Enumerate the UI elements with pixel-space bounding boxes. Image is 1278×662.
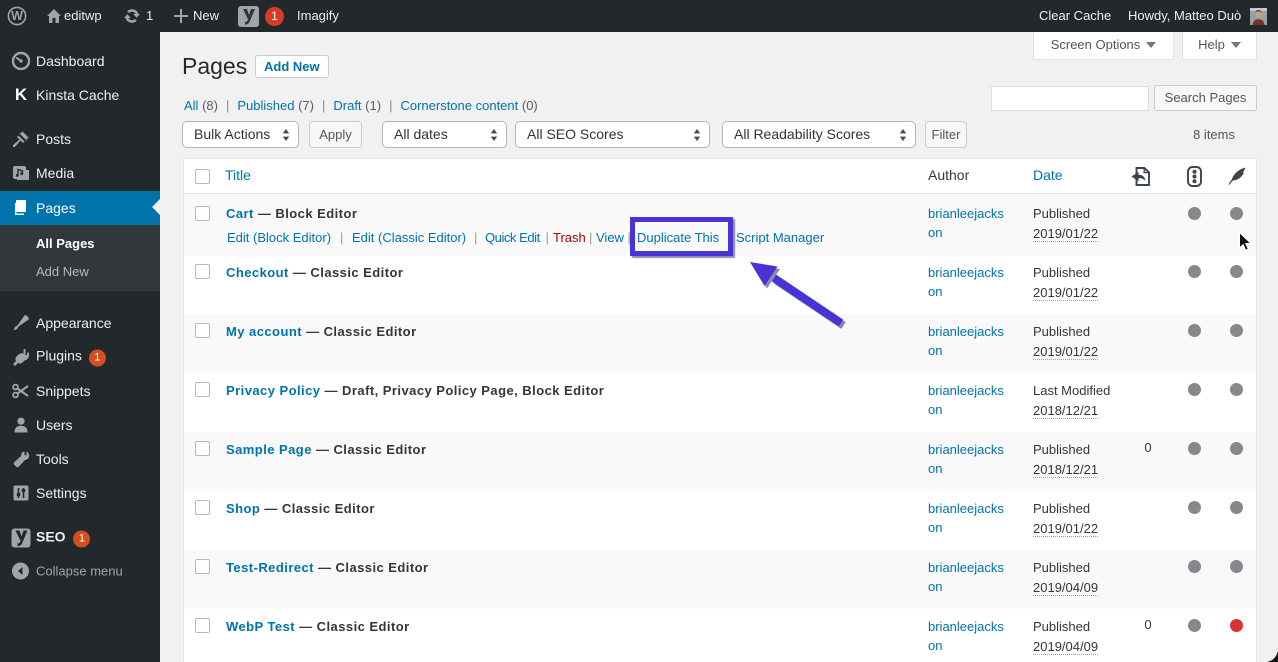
svg-text:W: W	[11, 9, 23, 23]
